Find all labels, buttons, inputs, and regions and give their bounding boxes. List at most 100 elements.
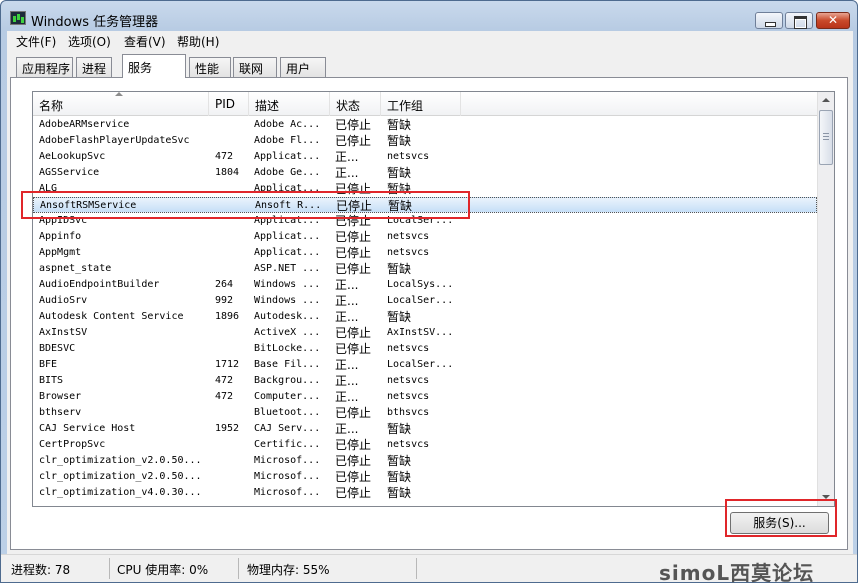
service-group: 暂缺	[387, 310, 412, 324]
service-group: LocalSer...	[387, 215, 454, 226]
service-group: 暂缺	[387, 182, 412, 196]
menu-help[interactable]: 帮助(H)	[177, 33, 219, 50]
table-row[interactable]: AppIDSvc Applicat... 已停止 LocalSer...	[33, 213, 817, 229]
service-pid: 472	[215, 151, 234, 162]
table-row[interactable]: Autodesk Content Service 1896 Autodesk... 正…	[33, 309, 817, 325]
menu-options[interactable]: 选项(O)	[68, 33, 111, 50]
service-group: netsvcs	[387, 391, 430, 402]
service-pid: 1896	[215, 311, 240, 322]
menu-file[interactable]: 文件(F)	[16, 33, 56, 50]
service-name: clr_optimization_v2.0.50...	[39, 455, 202, 466]
service-description: Adobe Ge...	[254, 167, 321, 178]
column-header-status[interactable]: 状态	[330, 92, 381, 116]
service-description: ASP.NET ...	[254, 263, 321, 274]
table-row[interactable]: CertPropSvc Certific... 已停止 netsvcs	[33, 437, 817, 453]
service-status: 已停止	[335, 182, 372, 196]
title-bar[interactable]: Windows 任务管理器	[1, 1, 857, 31]
service-pid	[215, 117, 249, 133]
service-name: clr_optimization_v4.0.30...	[39, 487, 202, 498]
service-description: Applicat...	[254, 215, 321, 226]
services-button[interactable]: 服务(S)...	[730, 512, 829, 534]
column-header-pid[interactable]: PID	[209, 92, 249, 116]
service-name: AppIDSvc	[39, 215, 88, 226]
service-group: LocalSer...	[387, 359, 454, 370]
tab-networking[interactable]: 联网	[233, 57, 277, 77]
table-row[interactable]: bthserv Bluetoot... 已停止 bthsvcs	[33, 405, 817, 421]
table-row[interactable]: clr_optimization_v2.0.50... Microsof... 已停…	[33, 469, 817, 485]
service-name: aspnet_state	[39, 263, 112, 274]
service-name: AdobeARMservice	[39, 119, 130, 130]
service-description: Base Fil...	[254, 359, 321, 370]
service-pid: 264	[215, 279, 234, 290]
service-name: AppMgmt	[39, 247, 82, 258]
table-row[interactable]: CAJ Service Host 1952 CAJ Serv... 正... 暂缺	[33, 421, 817, 437]
tab-processes[interactable]: 进程	[76, 57, 112, 77]
service-name: Appinfo	[39, 231, 82, 242]
service-name: BITS	[39, 375, 64, 386]
table-row[interactable]: AdobeFlashPlayerUpdateSvc Adobe Fl... 已停止 暂…	[33, 133, 817, 149]
service-group: netsvcs	[387, 231, 430, 242]
service-name: Autodesk Content Service	[39, 311, 184, 322]
menu-view[interactable]: 查看(V)	[124, 33, 166, 50]
status-divider	[416, 558, 417, 579]
table-row[interactable]: AppMgmt Applicat... 已停止 netsvcs	[33, 245, 817, 261]
service-pid: 472	[215, 375, 234, 386]
service-name: Browser	[39, 391, 82, 402]
scroll-thumb[interactable]	[819, 110, 833, 165]
close-button[interactable]	[816, 12, 850, 29]
scroll-down-icon[interactable]	[818, 489, 834, 506]
service-description: Backgrou...	[254, 375, 321, 386]
tab-performance[interactable]: 性能	[189, 57, 231, 77]
task-manager-icon	[10, 11, 26, 25]
maximize-button[interactable]	[785, 12, 813, 29]
service-name: BDESVC	[39, 343, 76, 354]
status-divider	[238, 558, 239, 579]
table-row[interactable]: AeLookupSvc 472 Applicat... 正... netsvcs	[33, 149, 817, 165]
service-status: 正...	[335, 310, 359, 324]
service-status: 正...	[335, 294, 359, 308]
tab-users[interactable]: 用户	[280, 57, 326, 77]
table-row[interactable]: BITS 472 Backgrou... 正... netsvcs	[33, 373, 817, 389]
service-status: 已停止	[335, 118, 372, 132]
table-row[interactable]: AdobeARMservice Adobe Ac... 已停止 暂缺	[33, 117, 817, 133]
service-pid	[215, 229, 249, 245]
table-row[interactable]: ALG Applicat... 已停止 暂缺	[33, 181, 817, 197]
service-status: 已停止	[335, 470, 372, 484]
column-header-description[interactable]: 描述	[249, 92, 330, 116]
table-row[interactable]: clr_optimization_v4.0.30... Microsof... 已停…	[33, 485, 817, 501]
table-row[interactable]: AudioEndpointBuilder 264 Windows ... 正... Lo…	[33, 277, 817, 293]
service-pid	[215, 325, 249, 341]
table-row[interactable]: AudioSrv 992 Windows ... 正... LocalSer...	[33, 293, 817, 309]
column-header-group[interactable]: 工作组	[381, 92, 461, 116]
column-header-name[interactable]: 名称	[33, 92, 209, 116]
table-row[interactable]: clr_optimization_v2.0.50... Microsof... 已停…	[33, 453, 817, 469]
table-row[interactable]: AGSService 1804 Adobe Ge... 正... 暂缺	[33, 165, 817, 181]
table-row[interactable]: Appinfo Applicat... 已停止 netsvcs	[33, 229, 817, 245]
tab-services[interactable]: 服务	[122, 54, 186, 78]
table-row[interactable]: BDESVC BitLocke... 已停止 netsvcs	[33, 341, 817, 357]
table-row[interactable]: aspnet_state ASP.NET ... 已停止 暂缺	[33, 261, 817, 277]
vertical-scrollbar[interactable]	[817, 92, 834, 506]
service-group: 暂缺	[387, 118, 412, 132]
service-pid	[215, 245, 249, 261]
service-pid	[215, 261, 249, 277]
minimize-button[interactable]	[755, 12, 783, 29]
service-status: 已停止	[335, 246, 372, 260]
table-row[interactable]: AnsoftRSMService Ansoft R... 已停止 暂缺	[33, 197, 817, 213]
table-row[interactable]: BFE 1712 Base Fil... 正... LocalSer...	[33, 357, 817, 373]
tab-applications[interactable]: 应用程序	[16, 57, 73, 77]
service-group: 暂缺	[387, 486, 412, 500]
service-pid	[215, 341, 249, 357]
service-name: CAJ Service Host	[39, 423, 136, 434]
service-group: 暂缺	[387, 166, 412, 180]
table-row[interactable]: Browser 472 Computer... 正... netsvcs	[33, 389, 817, 405]
service-rows: AdobeARMservice Adobe Ac... 已停止 暂缺 AdobeFlas…	[33, 117, 817, 501]
services-list[interactable]: 名称 PID 描述 状态 工作组 AdobeARMservice Adobe Ac…	[32, 91, 835, 507]
table-row[interactable]: AxInstSV ActiveX ... 已停止 AxInstSV...	[33, 325, 817, 341]
service-description: ActiveX ...	[254, 327, 321, 338]
service-status: 已停止	[335, 406, 372, 420]
service-status: 正...	[335, 390, 359, 404]
service-status: 已停止	[335, 454, 372, 468]
scroll-up-icon[interactable]	[818, 92, 834, 109]
service-status: 正...	[335, 358, 359, 372]
